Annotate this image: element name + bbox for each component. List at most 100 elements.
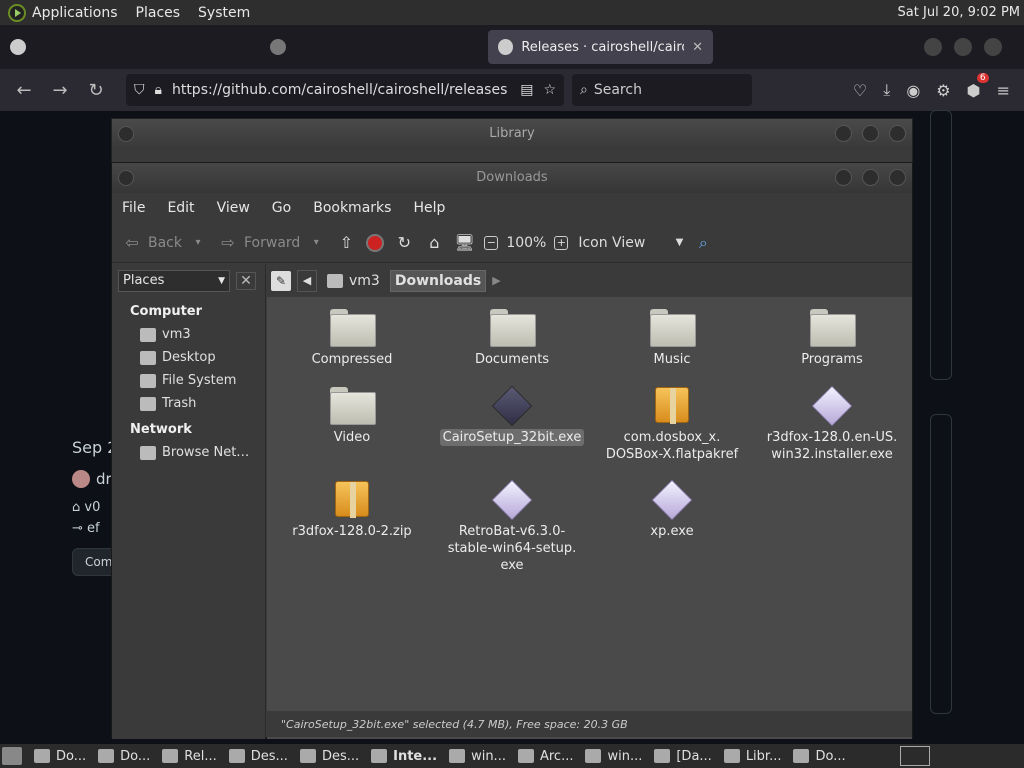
search-button[interactable]: ⌕ <box>693 233 713 253</box>
file-manager-titlebar[interactable]: Downloads <box>112 163 912 193</box>
hamburger-menu-icon[interactable]: ≡ <box>997 81 1010 100</box>
minimize-button[interactable] <box>835 169 852 186</box>
library-titlebar[interactable]: Library <box>112 119 912 149</box>
breadcrumb-vm3[interactable]: vm3 <box>323 270 384 292</box>
sidebar-item-desktop[interactable]: Desktop <box>112 346 265 369</box>
menu-go[interactable]: Go <box>272 200 291 216</box>
taskbar-button[interactable]: [Da... <box>648 749 717 764</box>
reload-button[interactable]: ↻ <box>394 233 414 253</box>
home-button[interactable]: ⌂ <box>424 233 444 253</box>
maximize-button[interactable] <box>954 38 972 56</box>
chevron-down-icon[interactable]: ▾ <box>188 233 208 253</box>
taskbar-button[interactable]: Do... <box>28 749 92 764</box>
computer-button[interactable]: 🖥︎ <box>454 233 474 253</box>
applications-menu[interactable]: Applications <box>32 5 118 21</box>
close-sidebar-icon[interactable]: ✕ <box>236 271 256 290</box>
file-item[interactable]: Music <box>597 309 747 368</box>
file-item[interactable]: com.dosbox_x. DOSBox-X.flatpakref <box>597 387 747 463</box>
distro-logo-icon[interactable] <box>8 3 26 22</box>
menu-bookmarks[interactable]: Bookmarks <box>313 200 391 216</box>
close-button[interactable] <box>889 169 906 186</box>
taskbar-button[interactable]: Do... <box>92 749 156 764</box>
file-item[interactable]: CairoSetup_32bit.exe <box>437 385 587 446</box>
workspace-switcher[interactable] <box>900 746 930 766</box>
taskbar-button[interactable]: win... <box>443 749 512 764</box>
clock[interactable]: Sat Jul 20, 9:02 PM <box>898 5 1020 20</box>
url-bar[interactable]: ⛉ 🔒︎ https://github.com/cairoshell/cairo… <box>126 74 564 106</box>
stop-icon <box>366 233 385 252</box>
taskbar-button[interactable]: Rel... <box>156 749 222 764</box>
search-box[interactable]: ⌕ Search <box>572 74 752 106</box>
zoom-out-icon[interactable]: − <box>484 235 499 250</box>
forward-arrow-icon[interactable]: → <box>42 80 78 101</box>
release-tag[interactable]: ⌂ v0 <box>72 500 100 515</box>
close-button[interactable] <box>984 38 1002 56</box>
close-button[interactable] <box>889 125 906 142</box>
downloads-icon[interactable]: ⤓ <box>883 80 890 100</box>
tab-background-2[interactable] <box>260 30 488 64</box>
sidebar-item-trash[interactable]: Trash <box>112 392 265 415</box>
up-button[interactable]: ⇧ <box>336 233 356 253</box>
stop-button[interactable] <box>366 233 385 252</box>
shield-icon[interactable]: ⛉ <box>134 82 145 98</box>
forward-button[interactable]: ⇨ Forward ▾ <box>218 233 326 253</box>
sidebar-item-vm3[interactable]: vm3 <box>112 323 265 346</box>
release-author[interactable]: dr <box>72 470 112 488</box>
tab-releases[interactable]: Releases · cairoshell/cairos ✕ <box>488 30 713 64</box>
taskbar-button[interactable]: win... <box>579 749 648 764</box>
file-item[interactable]: RetroBat-v6.3.0- stable-win64-setup. exe <box>437 479 587 574</box>
view-mode-select[interactable]: Icon View ▼ <box>578 235 683 251</box>
taskbar-button[interactable]: Inte... <box>365 749 443 764</box>
file-item[interactable]: Video <box>277 387 427 446</box>
minimize-button[interactable] <box>924 38 942 56</box>
taskbar-button[interactable]: Do... <box>787 749 851 764</box>
taskbar-button[interactable]: Des... <box>223 749 294 764</box>
bookmark-star-icon[interactable]: ☆ <box>543 82 556 98</box>
ublock-icon[interactable]: ⬢ 6 <box>967 72 989 100</box>
file-item[interactable]: Documents <box>437 309 587 368</box>
minimize-button[interactable] <box>835 125 852 142</box>
menu-file[interactable]: File <box>122 200 145 216</box>
url-text[interactable]: https://github.com/cairoshell/cairoshell… <box>172 82 510 98</box>
back-arrow-icon[interactable]: ← <box>6 80 42 101</box>
tab-background-1[interactable] <box>0 30 260 64</box>
edit-location-icon[interactable]: ✎ <box>271 270 291 291</box>
back-button[interactable]: ⇦ Back ▾ <box>122 233 208 253</box>
file-item[interactable]: xp.exe <box>597 479 747 540</box>
zoom-level[interactable]: 100% <box>506 235 546 251</box>
taskbar-button[interactable]: Libr... <box>718 749 788 764</box>
close-tab-icon[interactable]: ✕ <box>692 40 703 55</box>
file-item[interactable]: r3dfox-128.0-2.zip <box>277 481 427 540</box>
maximize-button[interactable] <box>862 125 879 142</box>
chevron-down-icon[interactable]: ▾ <box>306 233 326 253</box>
system-menu[interactable]: System <box>198 5 250 21</box>
release-commit[interactable]: ⊸ ef <box>72 521 100 536</box>
file-item[interactable]: Compressed <box>277 309 427 368</box>
taskbar-button[interactable]: Arc... <box>512 749 580 764</box>
account-icon[interactable]: ◉ <box>906 81 920 100</box>
avatar <box>72 470 90 488</box>
menu-edit[interactable]: Edit <box>167 200 194 216</box>
sidebar-item-browse-network[interactable]: Browse Net… <box>112 441 265 464</box>
window-menu-button[interactable] <box>118 126 134 142</box>
zoom-in-icon[interactable]: + <box>554 235 569 250</box>
menu-help[interactable]: Help <box>413 200 445 216</box>
breadcrumb-downloads[interactable]: Downloads <box>389 269 487 292</box>
window-menu-button[interactable] <box>118 170 134 186</box>
pocket-icon[interactable]: ♡ <box>853 81 867 100</box>
extensions-icon[interactable]: ⚙ <box>936 81 950 100</box>
reload-icon[interactable]: ↻ <box>78 80 114 101</box>
maximize-button[interactable] <box>862 169 879 186</box>
file-item[interactable]: Programs <box>757 309 907 368</box>
show-desktop-icon[interactable] <box>2 747 22 765</box>
taskbar-button[interactable]: Des... <box>294 749 365 764</box>
places-menu[interactable]: Places <box>136 5 181 21</box>
lock-icon[interactable]: 🔒︎ <box>155 82 162 98</box>
sidebar-item-file-system[interactable]: File System <box>112 369 265 392</box>
path-left-arrow-icon[interactable]: ◀ <box>297 269 317 292</box>
menu-view[interactable]: View <box>217 200 250 216</box>
file-item[interactable]: r3dfox-128.0.en-US. win32.installer.exe <box>757 385 907 463</box>
path-right-arrow-icon[interactable]: ▶ <box>492 274 500 287</box>
sidebar-type-select[interactable]: Places ▼ <box>118 269 230 292</box>
reader-view-icon[interactable]: ▤ <box>520 82 533 98</box>
